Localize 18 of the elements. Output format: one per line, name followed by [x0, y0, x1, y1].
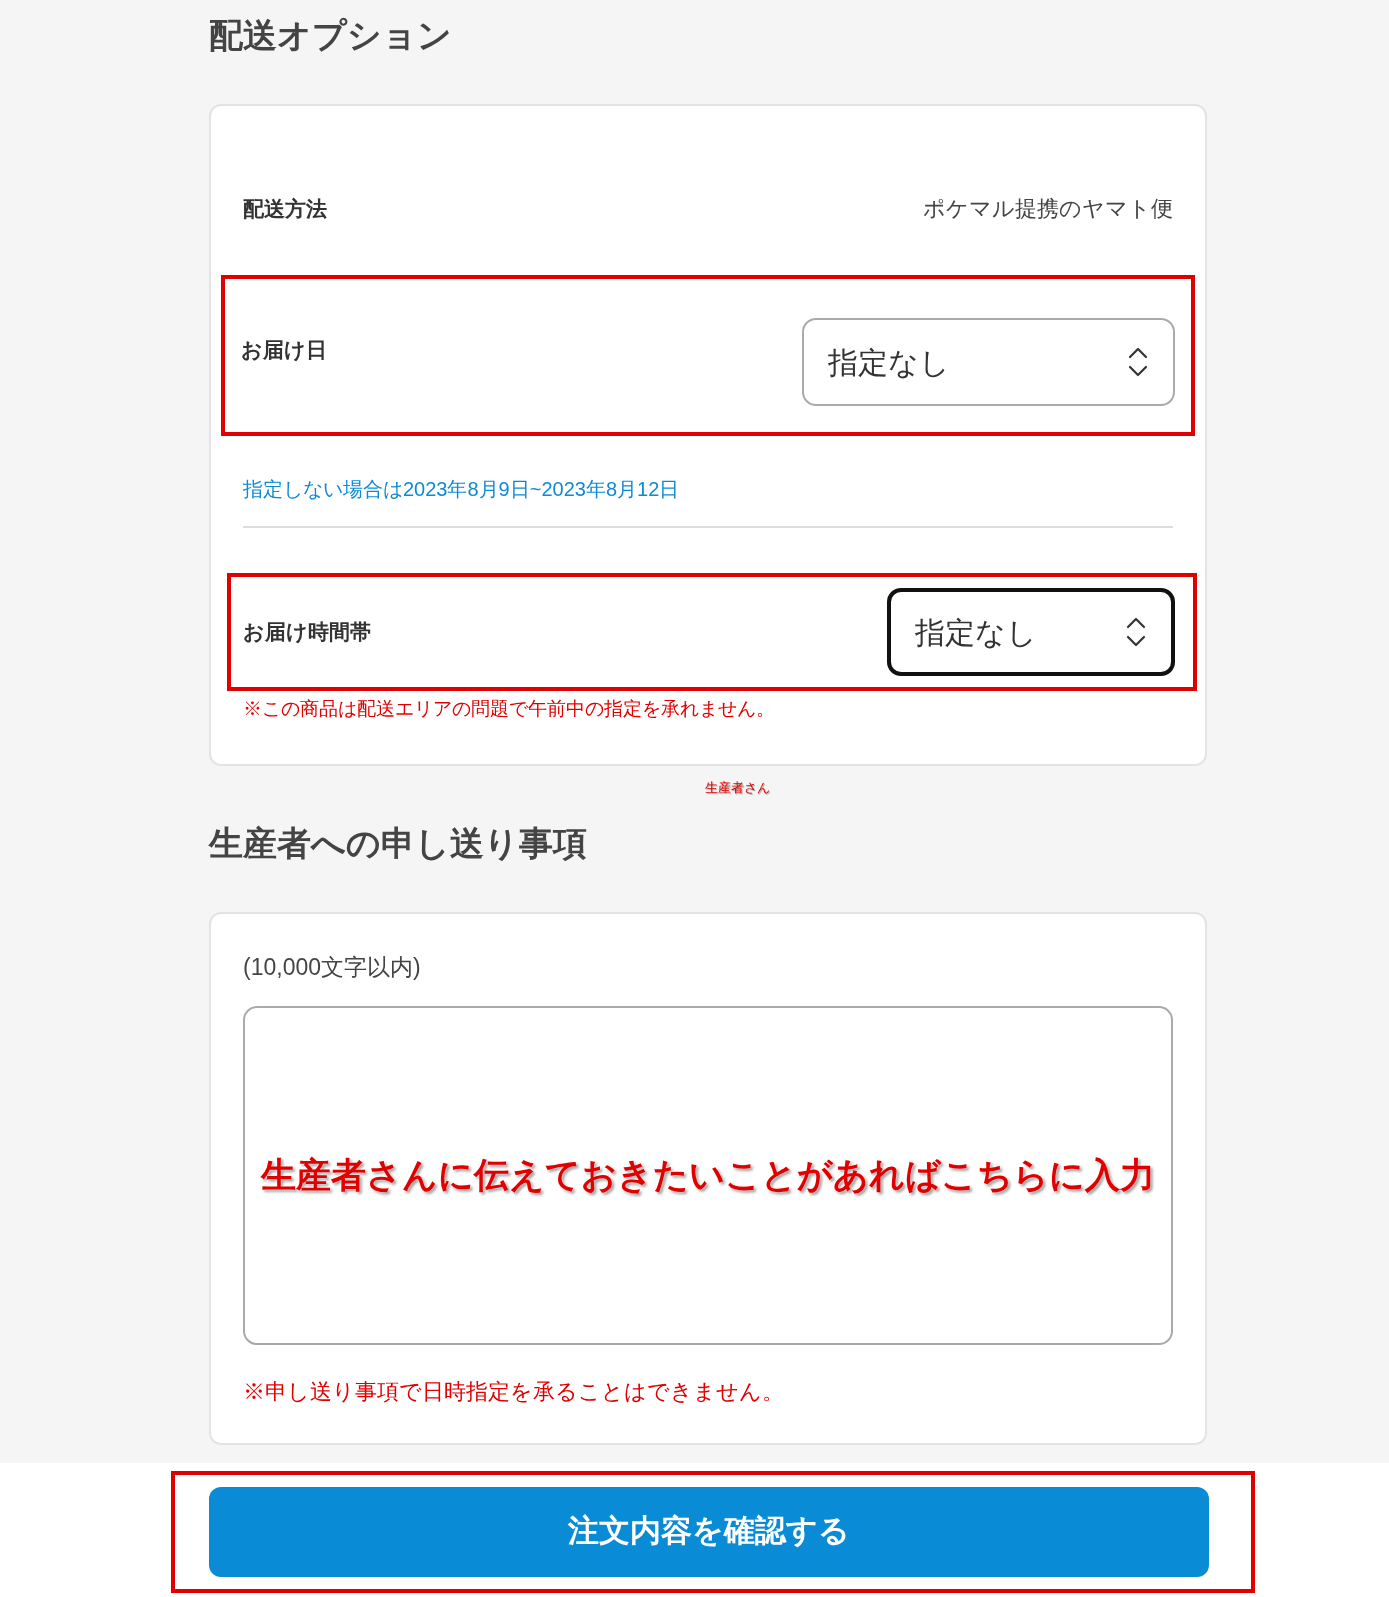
- annotation-caption: 生産者さん: [704, 779, 770, 797]
- date-select[interactable]: 指定なし: [802, 318, 1175, 406]
- character-limit: (10,000文字以内): [243, 952, 421, 982]
- message-note: ※申し送り事項で日時指定を承ることはできません。: [243, 1378, 785, 1406]
- time-slot-note: ※この商品は配送エリアの問題で午前中の指定を承れません。: [242, 697, 776, 721]
- up-down-chevron-icon: [1127, 345, 1149, 379]
- shipping-method: ポケマル提携のヤマト便: [923, 195, 1173, 223]
- field-label: 配送方法: [243, 195, 327, 222]
- time-slot-select[interactable]: 指定なし: [887, 588, 1175, 676]
- section-title: 配送オプション: [209, 15, 452, 56]
- date-hint: 指定しない場合は2023年8月9日~2023年8月12日: [242, 477, 681, 502]
- section-title: 生産者への申し送り事項: [209, 822, 587, 864]
- annotation-text: 生産者さんに伝えておきたいことがあればこちらに入力: [261, 1154, 1155, 1197]
- confirm-order-button[interactable]: 注文内容を確認する: [209, 1486, 1209, 1577]
- field-label: お届け時間帯: [243, 619, 371, 646]
- up-down-chevron-icon: [1125, 615, 1147, 649]
- field-label: お届け日: [241, 337, 327, 363]
- message-textarea[interactable]: 生産者さんに伝えておきたいことがあればこちらに入力: [243, 1006, 1173, 1345]
